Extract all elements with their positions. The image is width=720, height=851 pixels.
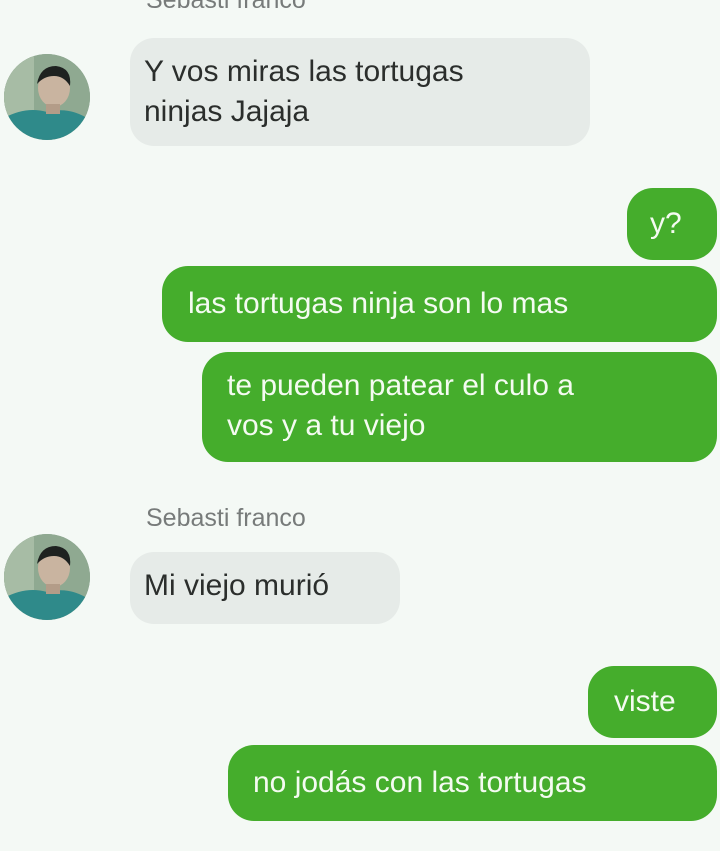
- person-avatar-icon: [4, 54, 90, 140]
- message-bubble-incoming[interactable]: Mi viejo murió: [130, 552, 400, 624]
- message-text: Y vos miras las tortugas: [144, 55, 464, 88]
- sender-name: Sebasti franco: [146, 504, 306, 532]
- message-bubble-outgoing[interactable]: viste: [588, 666, 717, 738]
- sender-name: Sebasti franco: [146, 0, 306, 14]
- message-text: no jodás con las tortugas: [253, 766, 587, 799]
- message-bubble-incoming[interactable]: Y vos miras las tortugas ninjas Jajaja: [130, 38, 590, 146]
- message-text: y?: [650, 207, 682, 240]
- message-text: las tortugas ninja son lo mas: [188, 287, 569, 320]
- message-text: ninjas Jajaja: [144, 95, 310, 128]
- person-avatar-icon: [4, 534, 90, 620]
- contact-avatar[interactable]: [4, 534, 90, 620]
- message-text: Mi viejo murió: [144, 569, 330, 602]
- message-text: vos y a tu viejo: [227, 409, 426, 442]
- message-bubble-outgoing[interactable]: te pueden patear el culo a vos y a tu vi…: [202, 352, 717, 462]
- message-bubble-outgoing[interactable]: no jodás con las tortugas: [228, 745, 717, 821]
- message-bubble-outgoing[interactable]: y?: [627, 188, 717, 260]
- contact-avatar[interactable]: [4, 54, 90, 140]
- message-text: te pueden patear el culo a: [227, 369, 574, 402]
- chat-conversation: Sebasti franco Y vos miras las tortugas …: [0, 0, 720, 851]
- message-bubble-outgoing[interactable]: las tortugas ninja son lo mas: [162, 266, 717, 342]
- message-text: viste: [614, 685, 676, 718]
